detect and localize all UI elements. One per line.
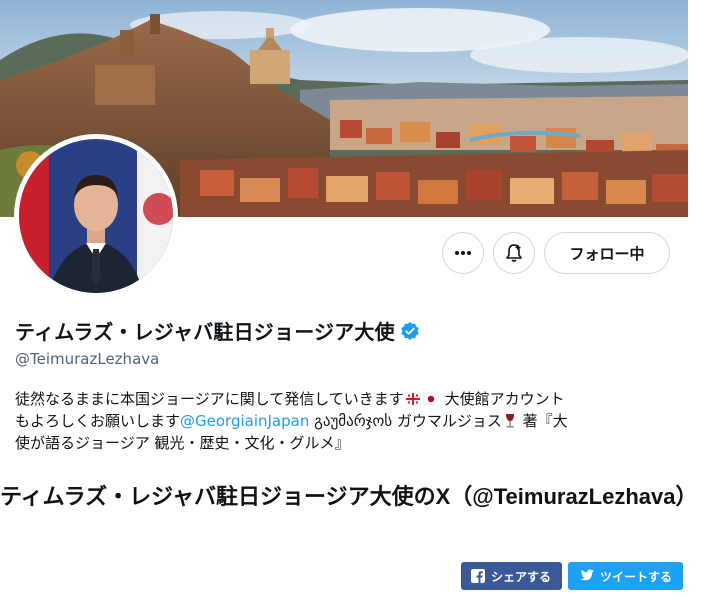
bio-line-1: 徒然なるままに本国ジョージアに関して発信していきます 大使館アカウント <box>15 388 680 410</box>
profile-name-row: ティムラズ・レジャバ駐日ジョージア大使 <box>15 316 420 345</box>
profile-avatar[interactable] <box>14 134 178 298</box>
bio-text: もよろしくお願いします <box>15 412 181 430</box>
facebook-share-button[interactable]: シェアする <box>461 562 562 590</box>
bio-line-2: もよろしくお願いします@GeorgiainJapan გაუმარჯოს ガウマ… <box>15 410 680 432</box>
profile-handle: @TeimurazLezhava <box>15 350 160 368</box>
following-button[interactable]: フォロー中 <box>544 232 670 274</box>
bio-text: 徒然なるままに本国ジョージアに関して発信していきます <box>15 390 404 408</box>
verified-badge-icon <box>401 321 419 340</box>
profile-card: フォロー中 ティムラズ・レジャバ駐日ジョージア大使 @TeimurazLezha… <box>0 0 688 470</box>
mention-link[interactable]: @GeorgiainJapan <box>180 412 309 430</box>
facebook-share-label: シェアする <box>491 569 552 584</box>
twitter-bird-icon <box>580 569 594 581</box>
display-name: ティムラズ・レジャバ駐日ジョージア大使 <box>15 320 395 344</box>
notifications-button[interactable] <box>493 232 535 274</box>
profile-bio: 徒然なるままに本国ジョージアに関して発信していきます 大使館アカウント もよろし… <box>15 388 680 454</box>
bio-text: გაუმარჯოს ガウマルジョス <box>309 412 502 430</box>
twitter-share-button[interactable]: ツイートする <box>568 562 683 590</box>
wine-glass-icon <box>505 414 514 428</box>
avatar-photo <box>19 139 173 293</box>
bell-plus-icon <box>506 244 522 262</box>
bio-text: 大使館アカウント <box>444 390 565 408</box>
facebook-icon <box>471 569 485 583</box>
bio-text: 著『大 <box>517 412 568 430</box>
georgia-flag-icon <box>405 392 421 406</box>
bio-line-3: 使が語るジョージア 観光・歴史・文化・グルメ』 <box>15 434 350 452</box>
japan-flag-icon <box>423 392 439 406</box>
more-dots-icon <box>455 251 471 255</box>
article-title: ティムラズ・レジャバ駐日ジョージア大使のX（@TeimurazLezhava） <box>0 484 698 509</box>
twitter-share-label: ツイートする <box>600 569 673 584</box>
more-options-button[interactable] <box>442 232 484 274</box>
